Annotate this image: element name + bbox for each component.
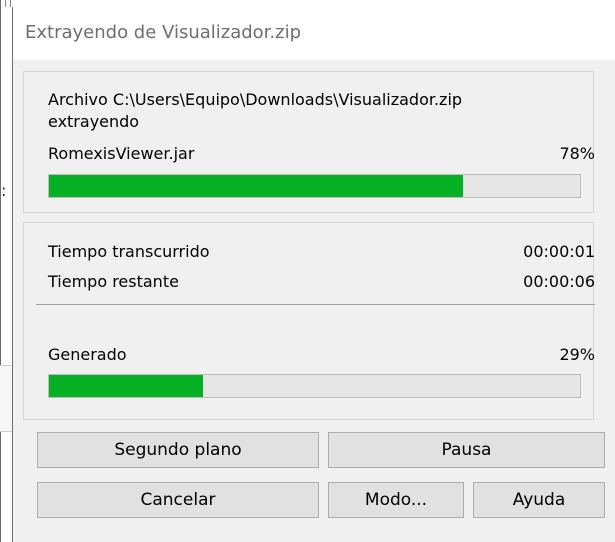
elapsed-time-value: 00:00:01 bbox=[523, 242, 595, 261]
action-label: extrayendo bbox=[48, 112, 140, 131]
title-bar[interactable]: Extrayendo de Visualizador.zip bbox=[13, 7, 615, 60]
total-progress-bar bbox=[48, 374, 581, 398]
total-percent: 29% bbox=[559, 345, 595, 364]
help-button[interactable]: Ayuda bbox=[473, 482, 605, 518]
background-mode-button[interactable]: Segundo plano bbox=[37, 432, 319, 468]
background-window-fragment bbox=[5, 0, 6, 7]
pause-button[interactable]: Pausa bbox=[328, 432, 605, 468]
background-window-fragment bbox=[10, 0, 11, 7]
background-window-glyph: : bbox=[1, 181, 7, 200]
total-progress-label: Generado bbox=[48, 345, 127, 364]
dialog-title: Extrayendo de Visualizador.zip bbox=[25, 22, 302, 43]
elapsed-time-label: Tiempo transcurrido bbox=[48, 242, 210, 261]
mode-button[interactable]: Modo... bbox=[328, 482, 464, 518]
background-window-fragment bbox=[0, 365, 12, 432]
timing-separator bbox=[36, 304, 595, 305]
remaining-time-label: Tiempo restante bbox=[48, 272, 179, 291]
current-file-name: RomexisViewer.jar bbox=[48, 144, 195, 163]
file-percent: 78% bbox=[559, 144, 595, 163]
total-progress-fill bbox=[49, 375, 203, 397]
archive-path-label: Archivo C:\Users\Equipo\Downloads\Visual… bbox=[48, 90, 463, 109]
cancel-button[interactable]: Cancelar bbox=[37, 482, 319, 518]
file-progress-bar bbox=[48, 174, 581, 198]
background-window-edge bbox=[0, 0, 1, 542]
file-progress-fill bbox=[49, 175, 464, 197]
remaining-time-value: 00:00:06 bbox=[523, 272, 595, 291]
